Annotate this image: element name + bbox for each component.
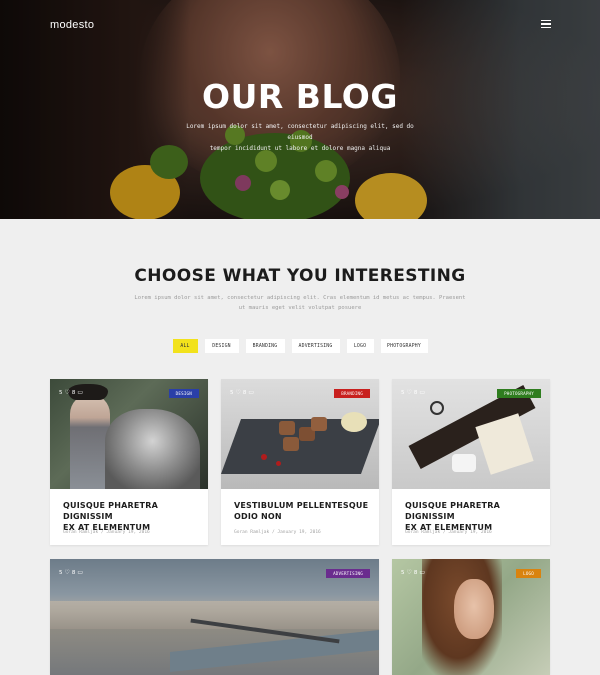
post-byline: Goran Ramljak / January 19, 2016 (234, 530, 321, 535)
comment-icon[interactable]: ▭ (419, 389, 425, 396)
hero-title: OUR BLOG (202, 77, 398, 116)
section-subtitle-line: ut mauris eget velit volutpat posuere (238, 305, 362, 311)
byline-separator: / (271, 530, 275, 535)
post-author: Goran Ramljak (405, 530, 441, 535)
post-card[interactable]: 5 ♡ 8 ▭ LOGO (392, 559, 550, 675)
filter-all[interactable]: ALL (172, 339, 198, 353)
hero-subtitle-line: tempor incididunt ut labore et dolore ma… (209, 145, 391, 152)
post-meta: 5 ♡ 8 ▭ (230, 389, 254, 396)
post-title[interactable]: QUISQUE PHARETRA DIGNISSIM EX AT ELEMENT… (63, 500, 208, 533)
comment-icon[interactable]: ▭ (419, 569, 425, 576)
filter-design[interactable]: DESIGN (204, 339, 239, 353)
post-byline: Goran Ramljak / January 19, 2016 (405, 530, 492, 535)
filter-advertising[interactable]: ADVERTISING (291, 339, 340, 353)
section-title: CHOOSE WHAT YOU INTERESTING (134, 266, 466, 286)
post-author: Goran Ramljak (63, 530, 99, 535)
hero-subtitle-line: Lorem ipsum dolor sit amet, consectetur … (186, 123, 414, 141)
post-card[interactable]: 5 ♡ 8 ▭ PHOTOGRAPHY QUISQUE PHARETRA DIG… (392, 379, 550, 545)
views-count: 5 (230, 389, 234, 396)
hamburger-icon[interactable] (541, 20, 551, 28)
heart-icon[interactable]: ♡ (407, 569, 412, 576)
hero-subtitle: Lorem ipsum dolor sit amet, consectetur … (175, 121, 425, 154)
filter-logo[interactable]: LOGO (346, 339, 374, 353)
post-card[interactable]: 5 ♡ 8 ▭ BRANDING VESTIBULUM PELLENTESQUE… (221, 379, 379, 545)
views-count: 5 (401, 389, 405, 396)
likes-count: 8 (413, 389, 418, 396)
views-count: 5 (59, 569, 63, 576)
post-meta: 5 ♡ 8 ▭ (401, 569, 425, 576)
post-meta: 5 ♡ 8 ▭ (59, 569, 83, 576)
filter-branding[interactable]: BRANDING (245, 339, 285, 353)
category-filter-bar: ALL DESIGN BRANDING ADVERTISING LOGO PHO… (0, 339, 600, 353)
section-subtitle-line: Lorem ipsum dolor sit amet, consectetur … (134, 295, 466, 301)
post-meta: 5 ♡ 8 ▭ (59, 389, 83, 396)
post-date: January 19, 2016 (106, 530, 150, 535)
heart-icon[interactable]: ♡ (236, 389, 241, 396)
views-count: 5 (59, 389, 63, 396)
post-byline: Goran Ramljak / January 19, 2016 (63, 530, 150, 535)
likes-count: 8 (242, 389, 247, 396)
likes-count: 8 (71, 569, 76, 576)
post-date: January 19, 2016 (277, 530, 321, 535)
post-title-line: QUISQUE PHARETRA DIGNISSIM (405, 501, 500, 521)
heart-icon[interactable]: ♡ (407, 389, 412, 396)
byline-separator: / (100, 530, 104, 535)
category-tag[interactable]: LOGO (516, 569, 541, 578)
section-subtitle: Lorem ipsum dolor sit amet, consectetur … (130, 293, 470, 313)
comment-icon[interactable]: ▭ (77, 569, 83, 576)
site-logo[interactable]: modesto (50, 19, 94, 31)
post-title[interactable]: QUISQUE PHARETRA DIGNISSIM EX AT ELEMENT… (405, 500, 550, 533)
likes-count: 8 (413, 569, 418, 576)
comment-icon[interactable]: ▭ (248, 389, 254, 396)
heart-icon[interactable]: ♡ (65, 389, 70, 396)
likes-count: 8 (71, 389, 76, 396)
comment-icon[interactable]: ▭ (77, 389, 83, 396)
heart-icon[interactable]: ♡ (65, 569, 70, 576)
post-title-line: VESTIBULUM PELLENTESQUE (234, 501, 369, 510)
post-title-line: ODIO NON (234, 512, 282, 521)
byline-separator: / (442, 530, 446, 535)
category-tag[interactable]: BRANDING (334, 389, 370, 398)
views-count: 5 (401, 569, 405, 576)
category-tag[interactable]: ADVERTISING (326, 569, 370, 578)
post-date: January 19, 2016 (448, 530, 492, 535)
post-meta: 5 ♡ 8 ▭ (401, 389, 425, 396)
category-tag[interactable]: PHOTOGRAPHY (497, 389, 541, 398)
post-card[interactable]: 5 ♡ 8 ▭ ADVERTISING (50, 559, 379, 675)
post-title-line: QUISQUE PHARETRA DIGNISSIM (63, 501, 158, 521)
post-card[interactable]: 5 ♡ 8 ▭ DESIGN QUISQUE PHARETRA DIGNISSI… (50, 379, 208, 545)
post-author: Goran Ramljak (234, 530, 270, 535)
filter-photography[interactable]: PHOTOGRAPHY (380, 339, 428, 353)
category-tag[interactable]: DESIGN (168, 389, 199, 398)
post-title[interactable]: VESTIBULUM PELLENTESQUE ODIO NON (234, 500, 368, 522)
